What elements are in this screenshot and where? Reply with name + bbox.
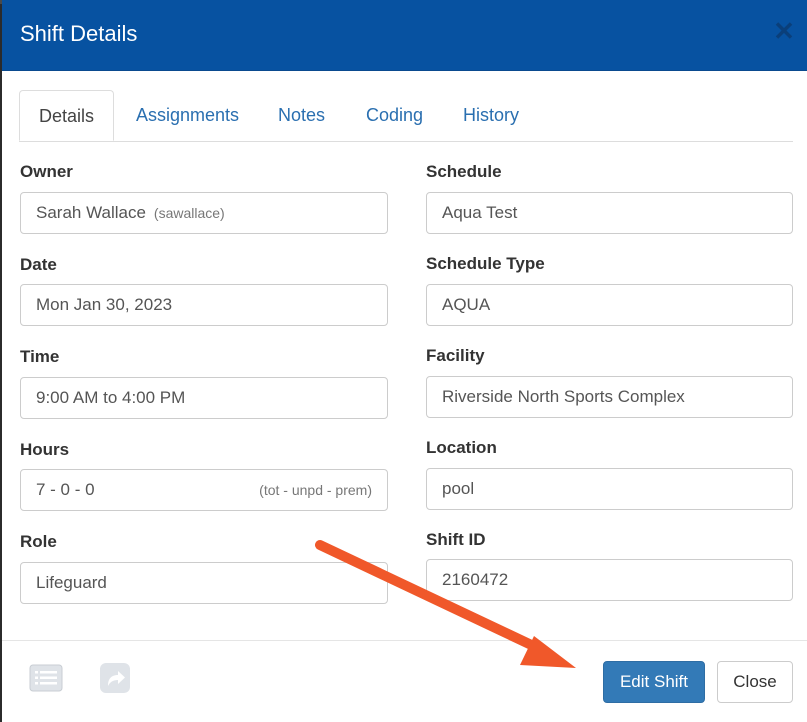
edit-shift-button[interactable]: Edit Shift bbox=[603, 661, 705, 703]
schedule-field[interactable]: Aqua Test bbox=[426, 192, 793, 234]
role-label: Role bbox=[20, 532, 57, 551]
role-field[interactable]: Lifeguard bbox=[20, 562, 388, 604]
location-label: Location bbox=[426, 438, 497, 457]
facility-label: Facility bbox=[426, 346, 485, 365]
modal-title: Shift Details bbox=[20, 21, 138, 46]
tab-history[interactable]: History bbox=[463, 90, 519, 140]
owner-label: Owner bbox=[20, 162, 73, 181]
owner-username: (sawallace) bbox=[153, 205, 225, 221]
hours-value: 7 - 0 - 0 bbox=[36, 480, 95, 499]
owner-name: Sarah Wallace bbox=[36, 203, 146, 222]
tab-assignments[interactable]: Assignments bbox=[136, 90, 239, 140]
hours-hint: (tot - unpd - prem) bbox=[259, 482, 372, 498]
owner-field[interactable]: Sarah Wallace (sawallace) bbox=[20, 192, 388, 234]
share-icon[interactable] bbox=[99, 662, 131, 699]
tab-notes[interactable]: Notes bbox=[278, 90, 325, 140]
close-icon[interactable]: ✕ bbox=[773, 18, 795, 44]
tab-bar: Details Assignments Notes Coding History bbox=[19, 90, 793, 142]
shift-id-label: Shift ID bbox=[426, 530, 486, 549]
modal-header: Shift Details ✕ bbox=[2, 0, 807, 71]
footer-divider bbox=[2, 640, 807, 641]
hours-label: Hours bbox=[20, 440, 70, 459]
time-label: Time bbox=[20, 347, 60, 366]
close-button[interactable]: Close bbox=[717, 661, 793, 703]
hours-field[interactable]: 7 - 0 - 0 (tot - unpd - prem) bbox=[20, 469, 388, 511]
location-field[interactable]: pool bbox=[426, 468, 793, 510]
date-label: Date bbox=[20, 255, 57, 274]
tab-coding[interactable]: Coding bbox=[366, 90, 423, 140]
time-field[interactable]: 9:00 AM to 4:00 PM bbox=[20, 377, 388, 419]
shift-id-field[interactable]: 2160472 bbox=[426, 559, 793, 601]
list-icon[interactable] bbox=[29, 664, 63, 697]
date-field[interactable]: Mon Jan 30, 2023 bbox=[20, 284, 388, 326]
shift-details-modal: Shift Details ✕ Details Assignments Note… bbox=[2, 0, 807, 722]
tab-details[interactable]: Details bbox=[19, 90, 115, 141]
facility-field[interactable]: Riverside North Sports Complex bbox=[426, 376, 793, 418]
schedule-type-field[interactable]: AQUA bbox=[426, 284, 793, 326]
schedule-label: Schedule bbox=[426, 162, 502, 181]
schedule-type-label: Schedule Type bbox=[426, 254, 545, 273]
